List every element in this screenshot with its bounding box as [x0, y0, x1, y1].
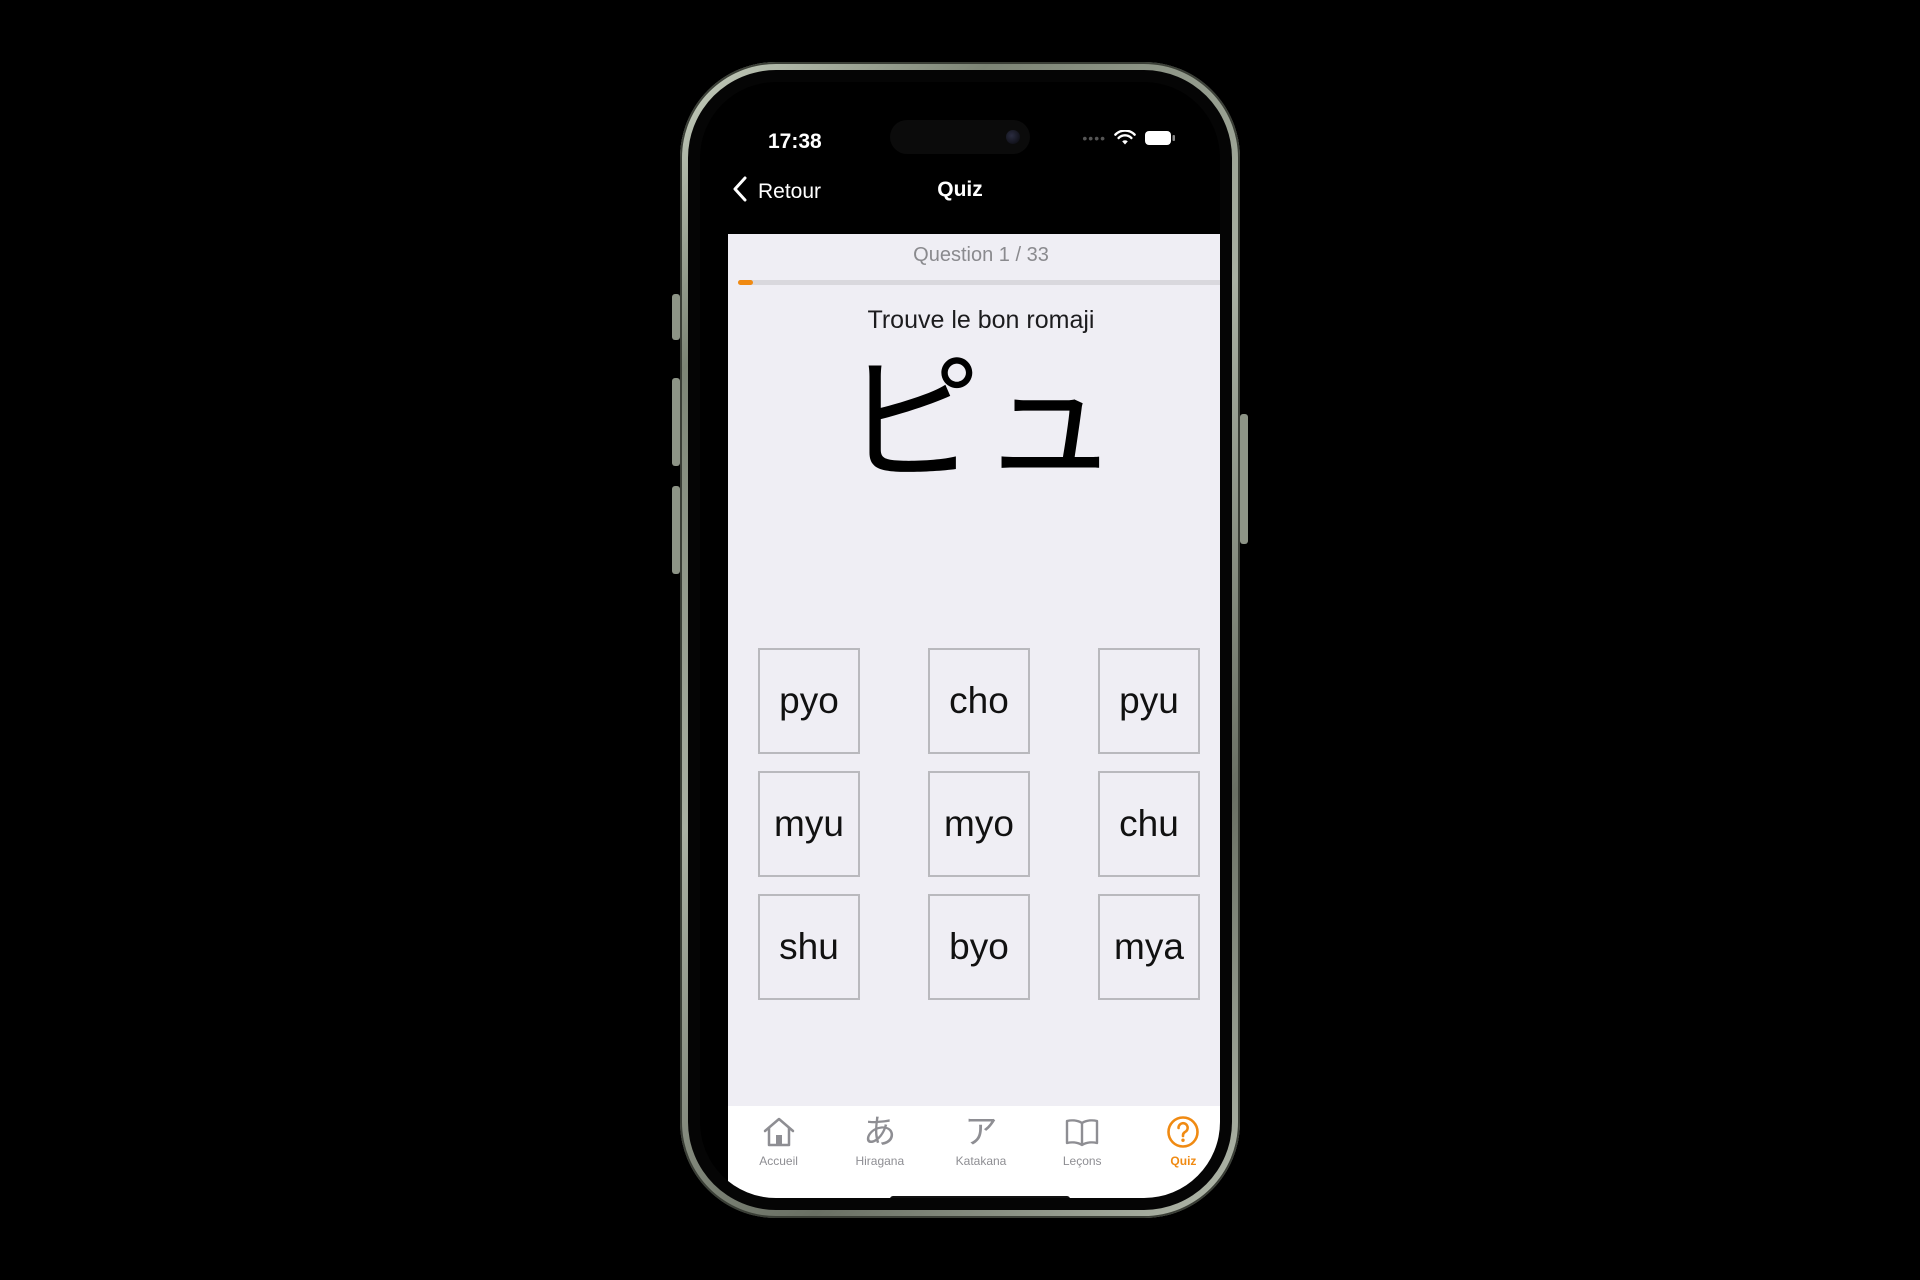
- status-time: 17:38: [768, 130, 822, 153]
- katakana-glyph: ア: [964, 1112, 998, 1151]
- battery-icon: [1144, 130, 1176, 146]
- stage: 17:38 •••• Retour Quiz Question 1 / 33 T…: [0, 0, 1920, 1280]
- tab-label: Katakana: [955, 1154, 1007, 1168]
- answer-choice[interactable]: myo: [928, 771, 1030, 877]
- answer-choice[interactable]: pyo: [758, 648, 860, 754]
- answer-choice[interactable]: pyu: [1098, 648, 1200, 754]
- home-icon: [761, 1112, 797, 1152]
- book-icon: [1064, 1112, 1100, 1152]
- cellular-signal-icon: ••••: [1082, 130, 1106, 146]
- answer-choice[interactable]: myu: [758, 771, 860, 877]
- tab-label: Leçons: [1062, 1154, 1102, 1168]
- tab-hiragana[interactable]: あ Hiragana: [829, 1106, 930, 1198]
- question-circle-icon: [1166, 1112, 1200, 1152]
- hiragana-a-icon: あ: [863, 1112, 896, 1152]
- progress-fill: [738, 280, 753, 285]
- page-title: Quiz: [937, 178, 983, 201]
- tab-bar: Accueil あ Hiragana ア Katakana Leçons Qui…: [728, 1106, 1220, 1198]
- tab-label: Quiz: [1170, 1154, 1197, 1168]
- tab-label: Hiragana: [855, 1154, 905, 1168]
- katakana-a-icon: ア: [965, 1112, 998, 1152]
- tab-accueil[interactable]: Accueil: [728, 1106, 829, 1198]
- home-indicator: [890, 1196, 1070, 1198]
- tab-quiz[interactable]: Quiz: [1133, 1106, 1220, 1198]
- volume-down-button: [672, 486, 680, 574]
- question-counter: Question 1 / 33: [913, 244, 1049, 266]
- volume-up-button: [672, 378, 680, 466]
- power-button: [1240, 414, 1248, 544]
- hiragana-glyph: あ: [863, 1112, 897, 1151]
- answer-choice[interactable]: mya: [1098, 894, 1200, 1000]
- tab-lecons[interactable]: Leçons: [1032, 1106, 1133, 1198]
- answer-choice[interactable]: cho: [928, 648, 1030, 754]
- tab-katakana[interactable]: ア Katakana: [930, 1106, 1031, 1198]
- answer-choice[interactable]: chu: [1098, 771, 1200, 877]
- phone-frame: 17:38 •••• Retour Quiz Question 1 / 33 T…: [672, 62, 1248, 1218]
- kana-character: ピュ: [842, 341, 1119, 502]
- status-icons: ••••: [1082, 130, 1176, 146]
- quiz-prompt: Trouve le bon romaji: [867, 306, 1095, 334]
- answer-choice[interactable]: byo: [928, 894, 1030, 1000]
- tab-label: Accueil: [759, 1154, 798, 1168]
- quiz-content: Question 1 / 33 Trouve le bon romaji ピュ …: [728, 234, 1220, 1106]
- action-button: [672, 294, 680, 340]
- screen: 17:38 •••• Retour Quiz Question 1 / 33 T…: [700, 82, 1220, 1198]
- answer-choice[interactable]: shu: [758, 894, 860, 1000]
- wifi-icon: [1114, 130, 1136, 146]
- progress-bar: [738, 280, 1220, 285]
- camera-icon: [1006, 130, 1020, 144]
